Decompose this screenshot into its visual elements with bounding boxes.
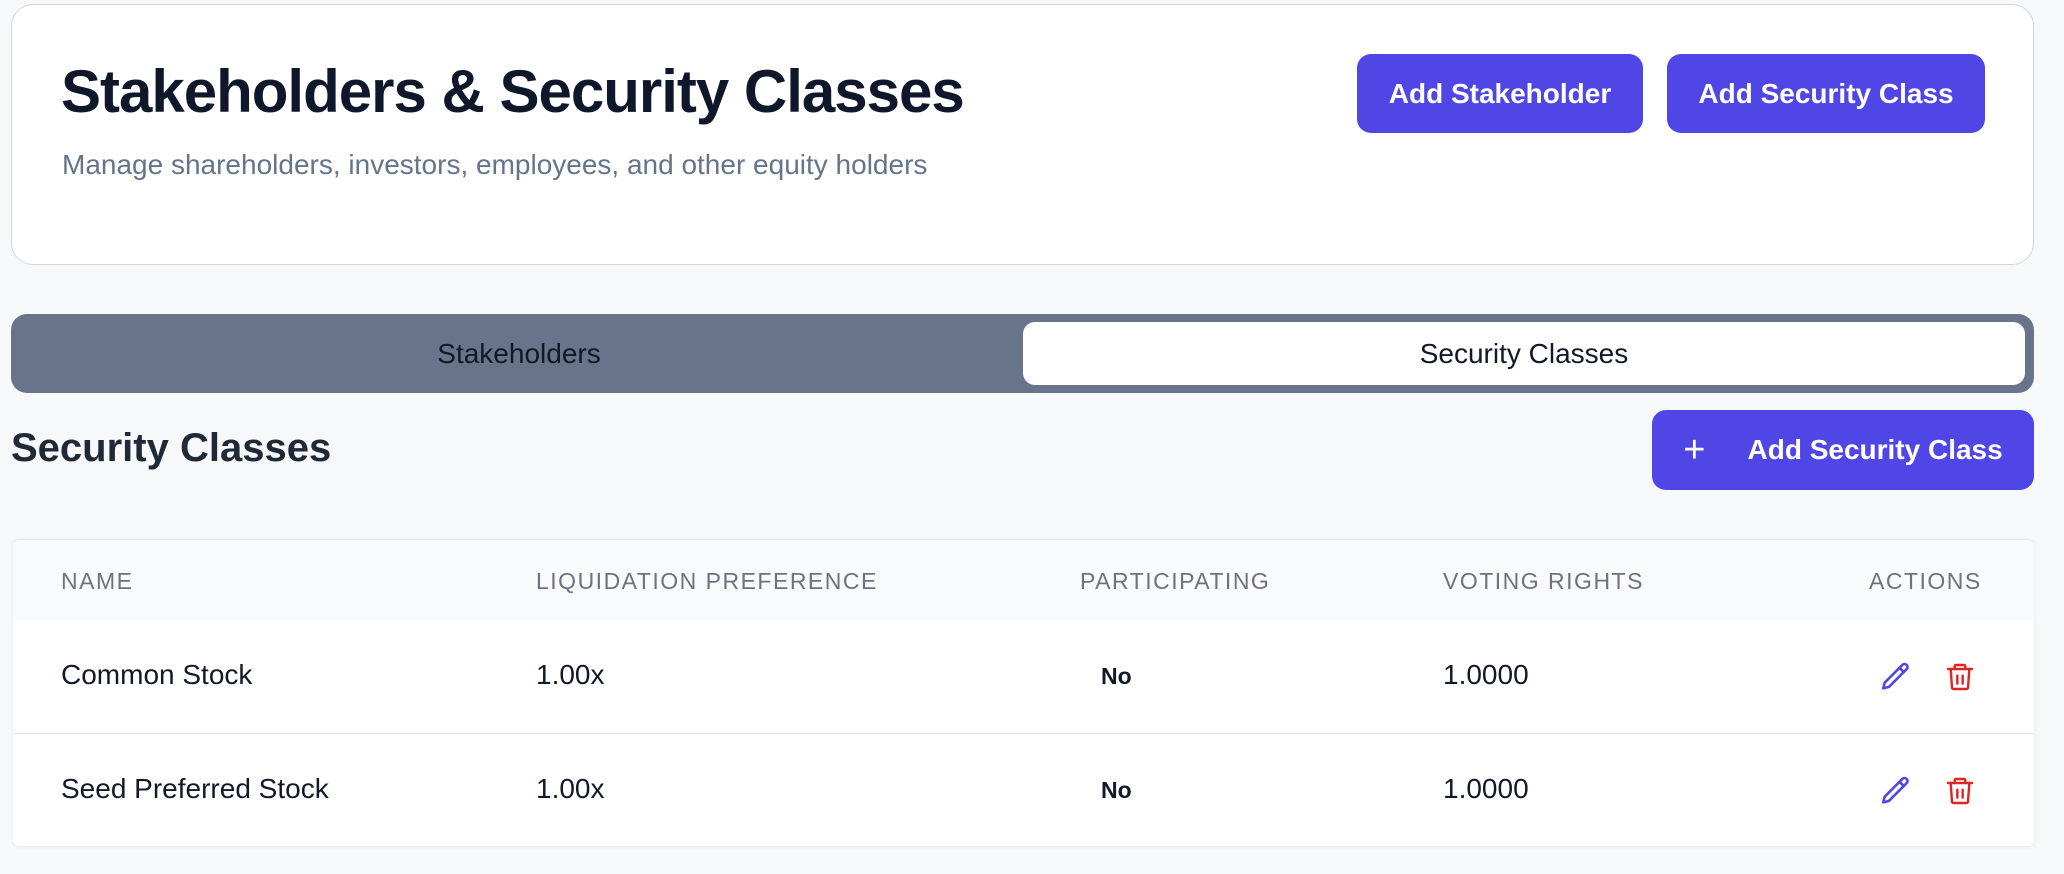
- cell-voting-rights: 1.0000: [1443, 659, 1529, 690]
- table-row: Common Stock 1.00x No 1.0000: [13, 620, 2034, 734]
- trash-icon[interactable]: [1942, 773, 1978, 809]
- plus-icon: +: [1683, 429, 1706, 471]
- pencil-icon[interactable]: [1878, 773, 1914, 809]
- table-header: NAME LIQUIDATION PREFERENCE PARTICIPATIN…: [13, 540, 2034, 620]
- cell-voting-rights: 1.0000: [1443, 773, 1529, 804]
- column-header-liquidation-preference: LIQUIDATION PREFERENCE: [536, 568, 878, 594]
- column-header-name: NAME: [61, 568, 134, 594]
- add-security-class-label: Add Security Class: [1747, 434, 2003, 465]
- section-title: Security Classes: [11, 426, 332, 470]
- tab-bar: Stakeholders Security Classes: [11, 314, 2034, 393]
- tab-security-classes[interactable]: Security Classes: [1023, 322, 2025, 385]
- pencil-icon[interactable]: [1878, 659, 1914, 695]
- cell-name: Seed Preferred Stock: [61, 773, 329, 804]
- cell-liquidation-preference: 1.00x: [536, 773, 605, 804]
- column-header-voting-rights: VOTING RIGHTS: [1443, 568, 1644, 594]
- cell-participating: No: [1101, 777, 1132, 803]
- page-subtitle: Manage shareholders, investors, employee…: [62, 149, 928, 180]
- tab-stakeholders[interactable]: Stakeholders: [19, 322, 1019, 385]
- add-security-class-button[interactable]: + Add Security Class: [1652, 410, 2034, 490]
- table-row: Seed Preferred Stock 1.00x No 1.0000: [13, 734, 2034, 846]
- add-security-class-header-button[interactable]: Add Security Class: [1667, 54, 1985, 133]
- trash-icon[interactable]: [1942, 659, 1978, 695]
- page: Stakeholders & Security Classes Manage s…: [0, 0, 2064, 874]
- cell-participating: No: [1101, 663, 1132, 689]
- security-classes-table: NAME LIQUIDATION PREFERENCE PARTICIPATIN…: [13, 539, 2034, 846]
- cell-name: Common Stock: [61, 659, 253, 690]
- add-stakeholder-button[interactable]: Add Stakeholder: [1357, 54, 1643, 133]
- column-header-participating: PARTICIPATING: [1080, 568, 1271, 594]
- page-title: Stakeholders & Security Classes: [61, 58, 965, 125]
- cell-liquidation-preference: 1.00x: [536, 659, 605, 690]
- column-header-actions: ACTIONS: [1869, 568, 1982, 594]
- page-header-card: Stakeholders & Security Classes Manage s…: [11, 4, 2034, 265]
